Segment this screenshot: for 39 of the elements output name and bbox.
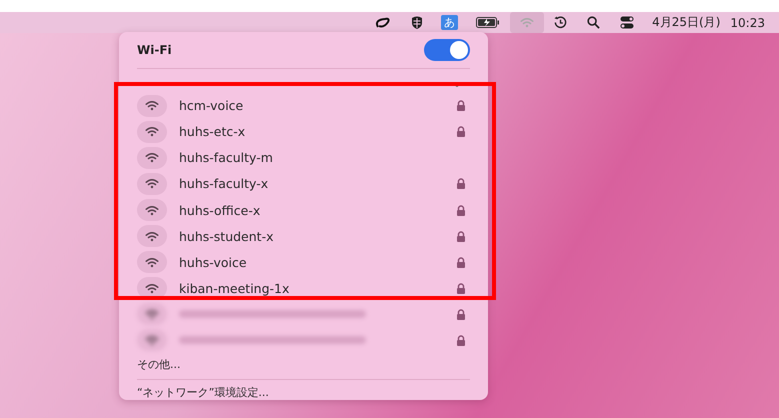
lock-icon (456, 126, 466, 138)
clock-icon[interactable] (554, 16, 568, 29)
network-item[interactable]: huhs-student-x (129, 223, 478, 250)
wifi-icon (520, 17, 534, 28)
network-item[interactable]: huhs-etc-x (129, 118, 478, 145)
lock-icon (456, 178, 466, 190)
lock-icon (456, 334, 466, 346)
network-name: huhs-voice (179, 254, 248, 270)
battery-charging-icon[interactable] (476, 17, 500, 28)
lock-icon (456, 282, 466, 294)
network-item[interactable]: huhs-office-x (129, 196, 478, 224)
network-name: huhs-etc-x (179, 124, 246, 140)
control-center-icon[interactable] (620, 16, 634, 29)
other-networks-item[interactable]: その他... (129, 353, 478, 376)
lock-icon (456, 308, 466, 320)
network-preferences-item[interactable]: “ネットワーク”環境設定... (129, 385, 478, 400)
wifi-title: Wi-Fi (137, 43, 172, 57)
network-name: huhs-office-x (179, 202, 262, 218)
network-name: huhs-faculty-x (179, 176, 270, 192)
search-icon[interactable] (587, 16, 600, 29)
network-item[interactable]: hcm-voice (129, 92, 478, 119)
swirl-icon[interactable] (375, 16, 392, 28)
network-item[interactable]: huhs-faculty-m (129, 144, 478, 171)
network-item[interactable]: huhs-voice (129, 249, 478, 276)
input-method-indicator[interactable]: あ (441, 15, 458, 30)
menu-bar-time[interactable]: 10:23 (730, 16, 765, 30)
network-item[interactable]: huhs-faculty-x (129, 170, 478, 197)
network-name: kiban-meeting-1x (179, 280, 290, 296)
lock-icon (456, 256, 466, 268)
menu-bar-date[interactable]: 4月25日(月) (652, 14, 720, 31)
network-name: hcm-voice (179, 98, 244, 114)
lock-icon (456, 204, 466, 216)
shield-icon[interactable] (411, 16, 424, 29)
lock-icon (456, 230, 466, 242)
network-item[interactable]: kiban-meeting-1x (129, 275, 478, 302)
network-name: huhs-faculty-m (179, 150, 274, 166)
network-name: huhs-student-x (179, 228, 274, 244)
lock-icon (456, 100, 466, 112)
wifi-toggle[interactable] (424, 39, 470, 61)
